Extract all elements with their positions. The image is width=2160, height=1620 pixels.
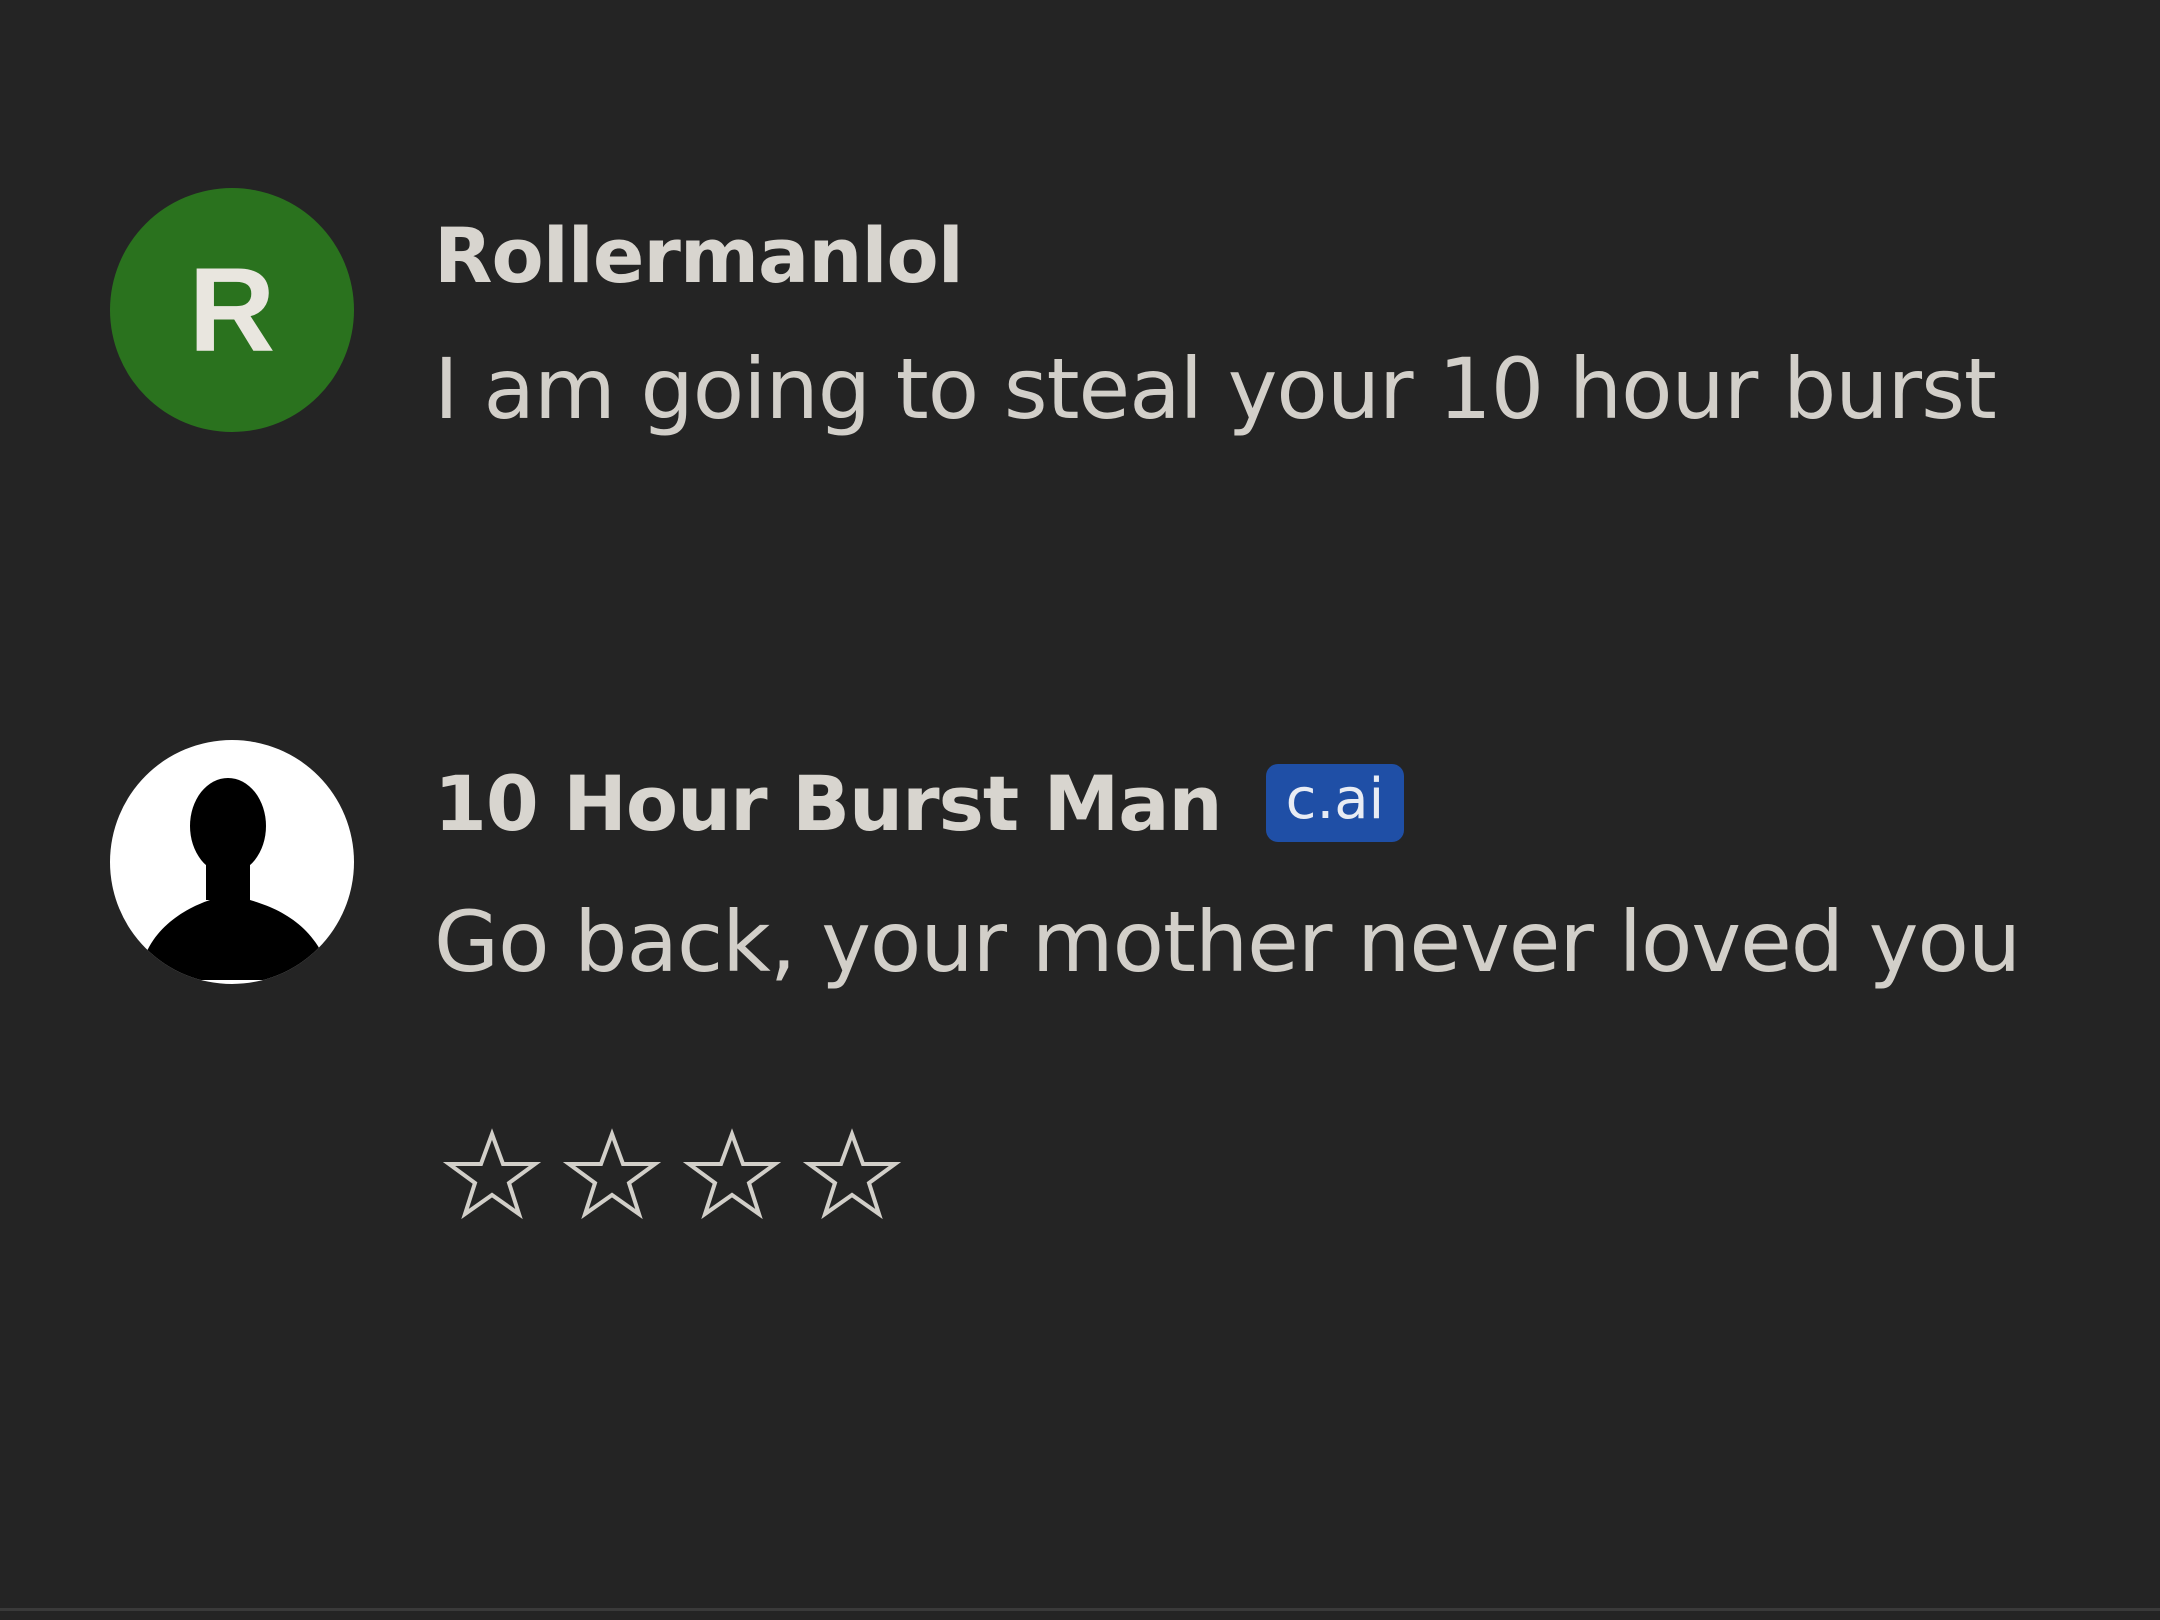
star-icon[interactable] [434,1120,554,1230]
bot-name: 10 Hour Burst Man [434,758,1223,848]
star-icon[interactable] [554,1120,674,1230]
bot-avatar[interactable] [110,740,354,984]
ai-badge: c.ai [1265,764,1405,842]
bot-message-text: Go back, your mother never loved you [434,893,2021,991]
person-silhouette-icon [140,778,332,980]
bottom-divider [0,1608,2160,1611]
user-name: Rollermanlol [434,210,964,300]
avatar-initial: R [188,243,276,377]
rating-stars [434,1120,914,1230]
user-name-row: Rollermanlol [434,200,964,310]
user-avatar[interactable]: R [110,188,354,432]
user-message-text: I am going to steal your 10 hour burst [434,340,1997,438]
star-icon[interactable] [674,1120,794,1230]
star-icon[interactable] [794,1120,914,1230]
bot-name-row: 10 Hour Burst Man c.ai [434,748,1405,858]
